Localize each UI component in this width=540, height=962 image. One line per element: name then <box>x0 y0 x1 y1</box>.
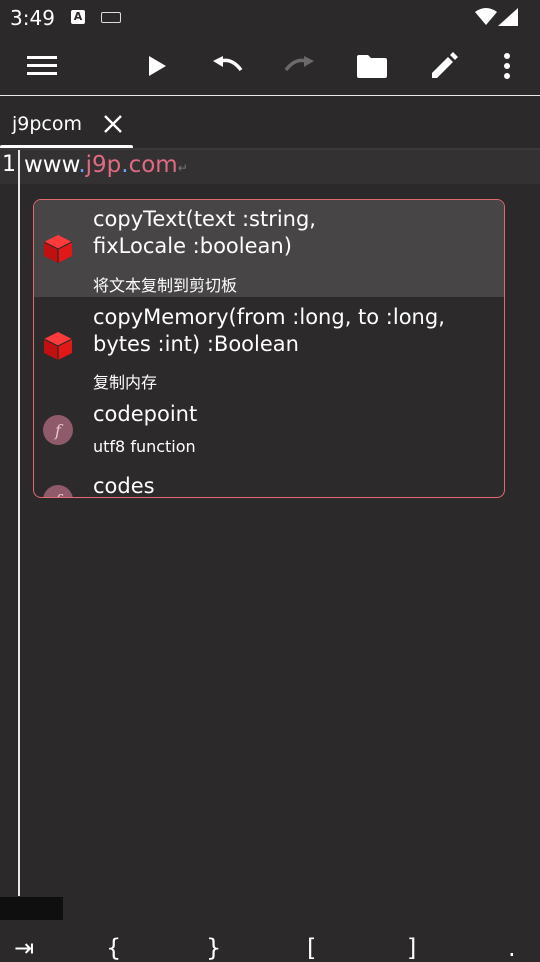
suggestion-title: codes <box>93 474 155 498</box>
suggestion-description: utf8 function <box>93 437 196 456</box>
edit-icon <box>432 52 458 78</box>
undo-button[interactable] <box>198 36 258 96</box>
code-dot: . <box>78 152 86 178</box>
tab-bar: j9pcom <box>0 97 540 149</box>
edit-button[interactable] <box>414 36 474 96</box>
newline-marker: ↵ <box>177 161 188 175</box>
symbol-tab-key[interactable]: ⇥ <box>14 934 34 962</box>
open-folder-button[interactable] <box>342 36 402 96</box>
more-options-button[interactable] <box>477 36 537 96</box>
red-cube-icon <box>43 235 73 263</box>
suggestion-title: copyText(text :string, fixLocale :boolea… <box>93 207 316 258</box>
autocomplete-popup: copyText(text :string, fixLocale :boolea… <box>33 199 505 498</box>
suggestion-copymemory[interactable]: copyMemory(from :long, to :long, bytes :… <box>34 297 504 394</box>
text-notification-icon: A <box>71 10 85 24</box>
wifi-icon <box>475 8 497 25</box>
suggestion-codes[interactable]: f codes <box>34 466 504 498</box>
gutter-separator <box>18 150 20 896</box>
status-time: 3:49 <box>10 6 55 30</box>
code-www: www <box>24 152 79 178</box>
function-icon: f <box>43 415 73 445</box>
symbol-bar: ⇥ { } [ ] . <box>0 930 540 962</box>
line-number: 1 <box>2 152 16 177</box>
suggestion-description: 将文本复制到剪切板 <box>93 276 238 295</box>
suggestion-description: 复制内存 <box>93 373 158 392</box>
menu-button[interactable] <box>12 36 72 96</box>
symbol-close-bracket-key[interactable]: ] <box>407 934 416 962</box>
menu-icon <box>27 56 57 75</box>
function-icon: f <box>43 485 73 497</box>
red-cube-icon <box>43 332 73 360</box>
tab-close-icon[interactable] <box>100 111 126 137</box>
code-host: j9p <box>85 152 122 178</box>
code-line[interactable]: www.j9p.com↵ <box>24 152 188 178</box>
status-bar: 3:49 A <box>0 0 540 36</box>
more-vert-icon <box>504 53 510 79</box>
scroll-thumb[interactable] <box>0 897 63 920</box>
suggestion-codepoint[interactable]: f codepoint utf8 function <box>34 394 504 466</box>
symbol-open-brace-key[interactable]: { <box>106 934 121 962</box>
symbol-open-bracket-key[interactable]: [ <box>307 934 316 962</box>
redo-button[interactable] <box>269 36 329 96</box>
suggestion-title: codepoint <box>93 402 198 426</box>
keyboard-icon <box>101 12 121 23</box>
tab-file-j9pcom[interactable]: j9pcom <box>12 113 82 135</box>
cell-signal-icon <box>498 8 518 26</box>
toolbar <box>0 36 540 96</box>
play-icon <box>149 56 166 76</box>
suggestion-title: copyMemory(from :long, to :long, bytes :… <box>93 305 445 356</box>
folder-icon <box>357 55 387 78</box>
undo-icon <box>213 56 243 72</box>
symbol-dot-key[interactable]: . <box>508 934 516 962</box>
redo-icon <box>284 56 314 72</box>
code-dot: . <box>121 152 129 178</box>
symbol-close-brace-key[interactable]: } <box>206 934 221 962</box>
run-button[interactable] <box>127 36 187 96</box>
suggestion-copytext[interactable]: copyText(text :string, fixLocale :boolea… <box>34 200 504 297</box>
code-tld: com <box>128 152 178 178</box>
